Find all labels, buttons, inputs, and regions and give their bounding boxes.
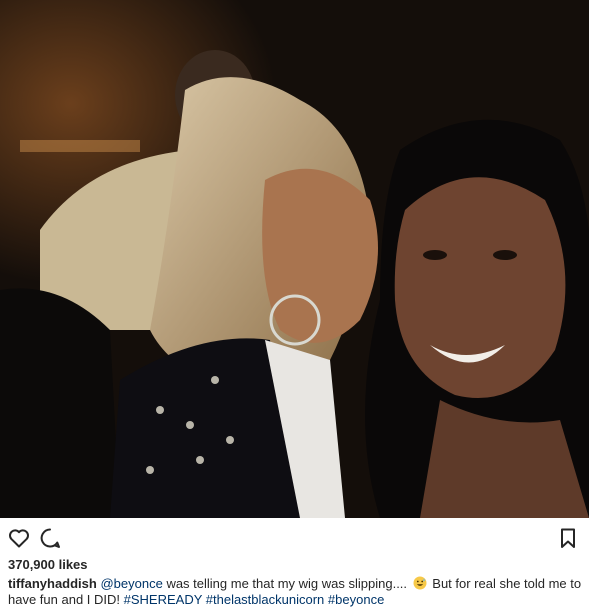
hashtag-link[interactable]: #beyonce bbox=[328, 592, 384, 607]
caption-text-1: was telling me that my wig was slipping.… bbox=[162, 576, 411, 591]
hashtag-link[interactable]: #SHEREADY bbox=[124, 592, 203, 607]
grinning-face-with-sweat-emoji-icon bbox=[413, 576, 427, 590]
post-actions-bar bbox=[0, 518, 589, 554]
comment-bubble-icon[interactable] bbox=[38, 526, 62, 550]
caption-username[interactable]: tiffanyhaddish bbox=[8, 576, 97, 591]
bookmark-outline-icon[interactable] bbox=[556, 526, 580, 550]
heart-outline-icon[interactable] bbox=[7, 526, 31, 550]
selfie-image bbox=[0, 0, 589, 518]
mention-link[interactable]: @beyonce bbox=[100, 576, 162, 591]
hashtag-link[interactable]: #thelastblackunicorn bbox=[206, 592, 325, 607]
like-count[interactable]: 370,900 likes bbox=[8, 557, 88, 572]
post-photo[interactable] bbox=[0, 0, 589, 518]
post-caption: tiffanyhaddish @beyonce was telling me t… bbox=[8, 576, 583, 608]
